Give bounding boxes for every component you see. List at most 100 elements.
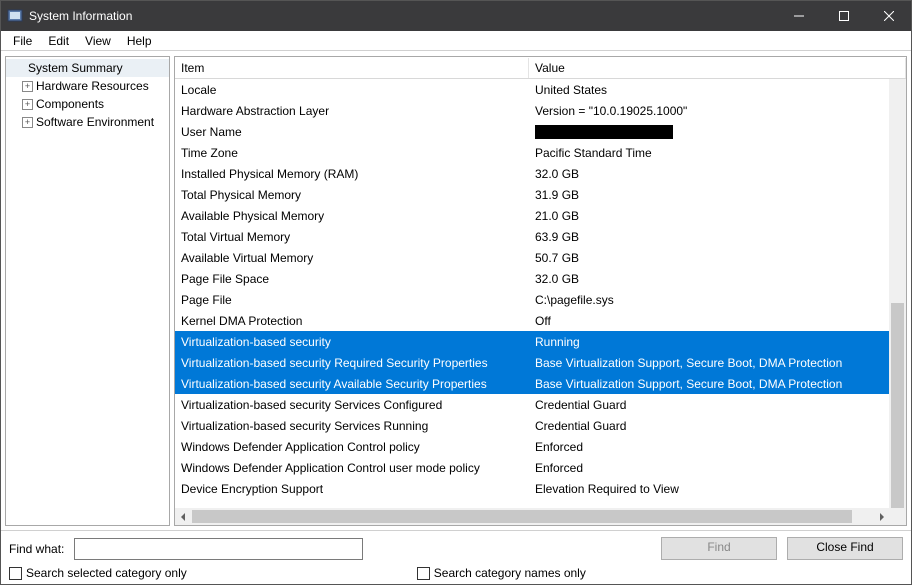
table-row[interactable]: Hardware Abstraction LayerVersion = "10.… [175,100,906,121]
cell-item: Virtualization-based security Available … [175,375,529,393]
tree-item-label: System Summary [28,61,123,75]
cell-item: Available Virtual Memory [175,249,529,267]
cell-item: Locale [175,81,529,99]
table-row[interactable]: Page File Space32.0 GB [175,268,906,289]
table-row[interactable]: Installed Physical Memory (RAM)32.0 GB [175,163,906,184]
checkbox-label: Search selected category only [26,566,187,580]
table-row[interactable]: User Name [175,121,906,142]
cell-value: 32.0 GB [529,270,906,288]
checkbox-category-names[interactable]: Search category names only [417,566,586,580]
table-body[interactable]: LocaleUnited StatesHardware Abstraction … [175,79,906,508]
cell-value: 63.9 GB [529,228,906,246]
details-table: Item Value LocaleUnited StatesHardware A… [174,56,907,526]
table-row[interactable]: LocaleUnited States [175,79,906,100]
cell-item: Windows Defender Application Control pol… [175,438,529,456]
cell-value: Base Virtualization Support, Secure Boot… [529,375,906,393]
tree-spacer [14,63,25,74]
redacted-value [535,125,673,139]
cell-value: Running [529,333,906,351]
tree-item-label: Components [36,97,104,111]
cell-item: Virtualization-based security Services C… [175,396,529,414]
table-row[interactable]: Time ZonePacific Standard Time [175,142,906,163]
vertical-scrollbar[interactable] [889,79,906,508]
cell-value: Off [529,312,906,330]
column-header-value[interactable]: Value [529,58,906,78]
tree-item[interactable]: +Hardware Resources [6,77,169,95]
tree-item[interactable]: +Components [6,95,169,113]
cell-item: Virtualization-based security [175,333,529,351]
find-panel: Find what: Find Close Find Search select… [1,530,911,584]
cell-value: 50.7 GB [529,249,906,267]
checkbox-label: Search category names only [434,566,586,580]
expand-icon[interactable]: + [22,99,33,110]
cell-value: Enforced [529,459,906,477]
horizontal-scrollbar[interactable] [175,508,906,525]
checkbox-icon[interactable] [417,567,430,580]
close-button[interactable] [866,1,911,31]
cell-item: Time Zone [175,144,529,162]
cell-value: Enforced [529,438,906,456]
cell-item: Page File [175,291,529,309]
cell-value: 32.0 GB [529,165,906,183]
cell-item: Available Physical Memory [175,207,529,225]
app-icon [7,8,23,24]
cell-value [529,122,906,141]
table-row[interactable]: Device Encryption SupportElevation Requi… [175,478,906,499]
category-tree[interactable]: System Summary+Hardware Resources+Compon… [5,56,170,526]
column-header-item[interactable]: Item [175,58,529,78]
window-controls [776,1,911,31]
checkbox-icon[interactable] [9,567,22,580]
find-input[interactable] [74,538,362,560]
table-row[interactable]: Kernel DMA ProtectionOff [175,310,906,331]
cell-item: Installed Physical Memory (RAM) [175,165,529,183]
tree-item[interactable]: +Software Environment [6,113,169,131]
menu-view[interactable]: View [77,32,119,50]
table-row[interactable]: Virtualization-based security Services R… [175,415,906,436]
table-row[interactable]: Virtualization-based security Services C… [175,394,906,415]
cell-value: Credential Guard [529,396,906,414]
tree-item[interactable]: System Summary [6,59,169,77]
scrollbar-thumb[interactable] [891,303,904,523]
table-row[interactable]: Virtualization-based securityRunning [175,331,906,352]
close-find-button[interactable]: Close Find [787,537,903,560]
tree-item-label: Hardware Resources [36,79,149,93]
cell-value: Pacific Standard Time [529,144,906,162]
checkbox-selected-category[interactable]: Search selected category only [9,566,187,580]
scroll-right-icon[interactable] [872,508,889,525]
cell-value: Version = "10.0.19025.1000" [529,102,906,120]
cell-item: Total Virtual Memory [175,228,529,246]
find-button[interactable]: Find [661,537,777,560]
table-header-row: Item Value [175,57,906,79]
scrollbar-thumb-horizontal[interactable] [192,510,852,523]
cell-item: User Name [175,123,529,141]
window-title: System Information [29,9,132,23]
cell-value: 21.0 GB [529,207,906,225]
table-row[interactable]: Available Physical Memory21.0 GB [175,205,906,226]
menu-file[interactable]: File [5,32,40,50]
cell-value: 31.9 GB [529,186,906,204]
maximize-button[interactable] [821,1,866,31]
cell-item: Page File Space [175,270,529,288]
table-row[interactable]: Page FileC:\pagefile.sys [175,289,906,310]
table-row[interactable]: Total Physical Memory31.9 GB [175,184,906,205]
expand-icon[interactable]: + [22,81,33,92]
cell-value: United States [529,81,906,99]
cell-item: Device Encryption Support [175,480,529,498]
menu-help[interactable]: Help [119,32,160,50]
table-row[interactable]: Total Virtual Memory63.9 GB [175,226,906,247]
menubar: File Edit View Help [1,31,911,51]
cell-item: Total Physical Memory [175,186,529,204]
menu-edit[interactable]: Edit [40,32,77,50]
main-area: System Summary+Hardware Resources+Compon… [1,51,911,530]
tree-item-label: Software Environment [36,115,154,129]
scroll-left-icon[interactable] [175,508,192,525]
table-row[interactable]: Virtualization-based security Available … [175,373,906,394]
table-row[interactable]: Windows Defender Application Control pol… [175,436,906,457]
cell-value: Elevation Required to View [529,480,906,498]
table-row[interactable]: Windows Defender Application Control use… [175,457,906,478]
cell-item: Virtualization-based security Required S… [175,354,529,372]
expand-icon[interactable]: + [22,117,33,128]
table-row[interactable]: Virtualization-based security Required S… [175,352,906,373]
table-row[interactable]: Available Virtual Memory50.7 GB [175,247,906,268]
minimize-button[interactable] [776,1,821,31]
